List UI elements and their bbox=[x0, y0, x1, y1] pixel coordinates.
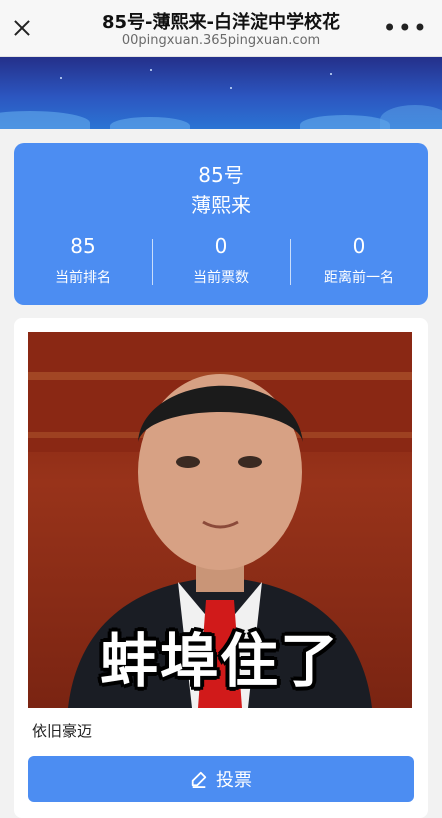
stats-panel: 85号 薄熙来 85 当前排名 0 当前票数 0 距离前一名 bbox=[14, 143, 428, 305]
contestant-name: 薄熙来 bbox=[191, 193, 251, 217]
stat-value: 85 bbox=[70, 234, 96, 258]
vote-button[interactable]: 投票 bbox=[28, 756, 414, 802]
page-url: 00pingxuan.365pingxuan.com bbox=[121, 33, 321, 48]
contestant-number: 85号 bbox=[198, 163, 244, 187]
stat-rank: 85 当前排名 bbox=[14, 233, 152, 289]
contestant-card: 蚌埠住了 依旧豪迈 投票 bbox=[14, 318, 428, 818]
contestant-description: 依旧豪迈 bbox=[32, 722, 93, 740]
stat-label: 当前票数 bbox=[193, 270, 249, 286]
stat-label: 当前排名 bbox=[55, 270, 111, 286]
stat-gap: 0 距离前一名 bbox=[290, 233, 428, 289]
top-bar: 85号-薄熙来-白洋淀中学校花 00pingxuan.365pingxuan.c… bbox=[0, 0, 442, 57]
stat-value: 0 bbox=[352, 234, 366, 258]
contestant-photo: 蚌埠住了 bbox=[28, 332, 412, 708]
stat-votes: 0 当前票数 bbox=[152, 233, 290, 289]
page-title: 85号-薄熙来-白洋淀中学校花 bbox=[102, 12, 340, 33]
edit-icon bbox=[191, 771, 207, 788]
stat-value: 0 bbox=[214, 234, 228, 258]
header-banner bbox=[0, 57, 442, 129]
stat-label: 距离前一名 bbox=[324, 270, 394, 286]
more-icon[interactable]: ••• bbox=[383, 14, 428, 42]
vote-label: 投票 bbox=[216, 770, 252, 791]
photo-caption: 蚌埠住了 bbox=[99, 627, 340, 695]
